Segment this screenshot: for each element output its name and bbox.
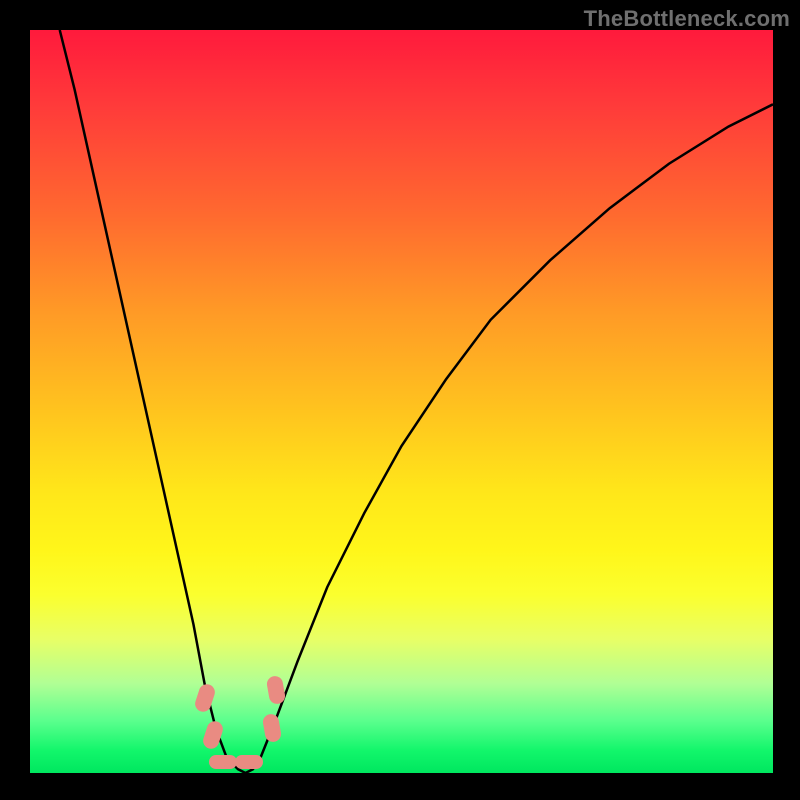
marker-bottom-left — [209, 755, 237, 769]
curve-svg — [30, 30, 773, 773]
marker-bottom-right — [235, 755, 263, 769]
bottleneck-curve — [60, 30, 773, 773]
chart-frame: TheBottleneck.com — [0, 0, 800, 800]
watermark-text: TheBottleneck.com — [584, 6, 790, 32]
plot-area — [30, 30, 773, 773]
